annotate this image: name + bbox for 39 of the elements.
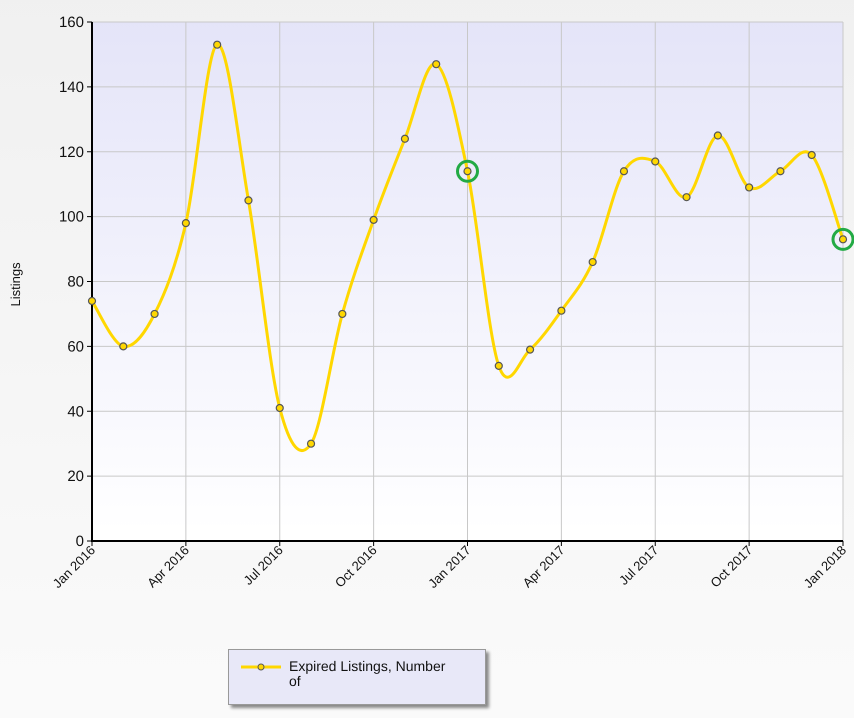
legend-label: Expired Listings, Number of xyxy=(289,659,446,689)
data-point xyxy=(620,167,628,176)
data-point xyxy=(306,440,316,448)
data-point xyxy=(88,296,96,306)
axis-title: Listings xyxy=(8,262,23,306)
data-point xyxy=(213,40,222,49)
axis-tick-label: 80 xyxy=(67,274,84,290)
axis-tick-label: 20 xyxy=(67,468,84,486)
data-point xyxy=(557,306,566,315)
data-point xyxy=(682,193,691,202)
highlight-ring xyxy=(832,228,854,251)
data-point xyxy=(432,60,440,68)
data-point xyxy=(370,216,378,224)
highlight-ring xyxy=(456,160,479,183)
data-point xyxy=(588,258,597,266)
line-marker-icon xyxy=(241,661,281,673)
data-point xyxy=(494,362,503,370)
data-point xyxy=(838,235,848,244)
data-point xyxy=(526,346,534,354)
data-point xyxy=(808,150,816,160)
data-point xyxy=(119,342,128,350)
data-point xyxy=(182,219,190,228)
data-point xyxy=(745,183,754,192)
data-point xyxy=(776,167,785,176)
data-point xyxy=(651,157,660,166)
data-point xyxy=(150,310,159,318)
data-point xyxy=(276,404,284,412)
axis-tick-label: 120 xyxy=(58,144,84,161)
axis-tick-label: 160 xyxy=(58,14,84,31)
data-point xyxy=(714,131,722,140)
data-point xyxy=(463,167,472,176)
data-point xyxy=(400,134,410,143)
axis-tick-label: 100 xyxy=(58,208,84,226)
axis-tick-label: 0 xyxy=(76,533,84,550)
data-point xyxy=(244,196,253,204)
data-point xyxy=(338,310,346,318)
axis-tick-label: 140 xyxy=(58,78,84,96)
axis-tick-label: 60 xyxy=(67,338,84,356)
axis-tick-label: 40 xyxy=(67,403,84,420)
